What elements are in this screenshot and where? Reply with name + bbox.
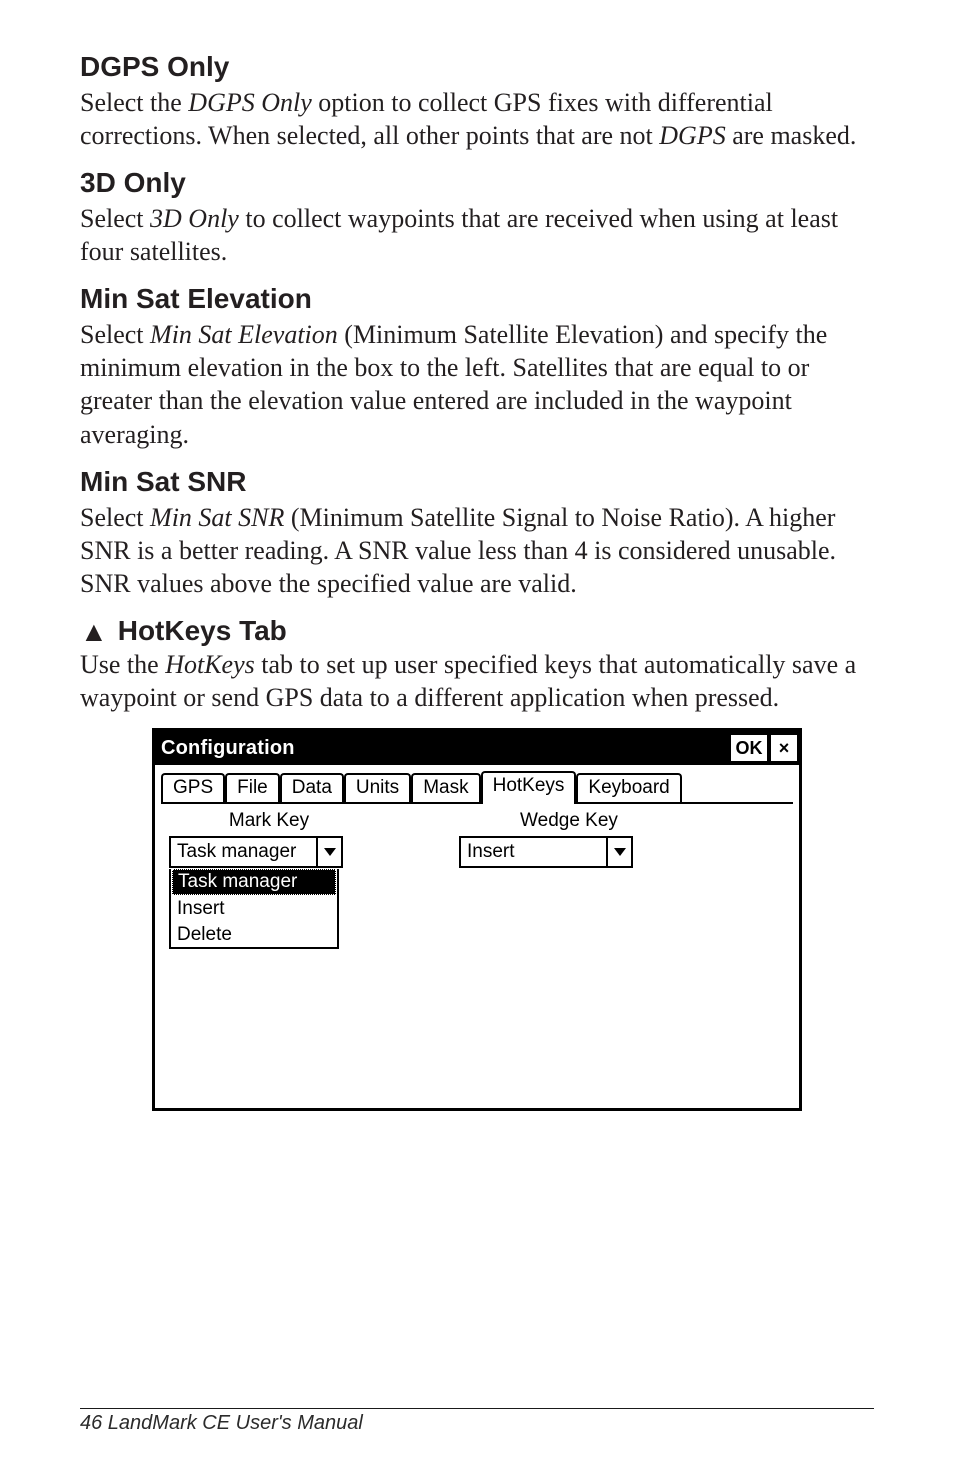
wedge-key-label: Wedge Key xyxy=(459,810,679,832)
section-min-sat-snr: Min Sat SNR Select Min Sat SNR (Minimum … xyxy=(80,465,874,600)
section-hotkeys-tab: ▲ HotKeys Tab Use the HotKeys tab to set… xyxy=(80,614,874,714)
body-dgps-only: Select the DGPS Only option to collect G… xyxy=(80,86,874,153)
text-italic: HotKeys xyxy=(165,650,255,679)
ok-button[interactable]: OK xyxy=(731,735,767,761)
wedge-key-combo[interactable]: Insert xyxy=(459,836,633,868)
close-button[interactable]: × xyxy=(771,735,797,761)
up-arrow-icon: ▲ xyxy=(80,619,108,647)
body-3d-only: Select 3D Only to collect waypoints that… xyxy=(80,202,874,269)
mark-key-option-task-manager[interactable]: Task manager xyxy=(172,869,336,895)
body-min-sat-elevation: Select Min Sat Elevation (Minimum Satell… xyxy=(80,318,874,451)
mark-key-dropdown-button[interactable] xyxy=(316,838,341,866)
section-min-sat-elevation: Min Sat Elevation Select Min Sat Elevati… xyxy=(80,282,874,451)
configuration-dialog: Configuration OK × GPS File Data Units M… xyxy=(152,728,802,1111)
hotkeys-panel: Mark Key Task manager Task manager Inser… xyxy=(155,804,799,1108)
body-hotkeys-tab: Use the HotKeys tab to set up user speci… xyxy=(80,648,874,715)
dialog-title: Configuration xyxy=(161,737,727,760)
tab-hotkeys[interactable]: HotKeys xyxy=(481,771,577,802)
tab-row: GPS File Data Units Mask HotKeys Keyboar… xyxy=(155,765,799,802)
dialog-titlebar: Configuration OK × xyxy=(155,731,799,765)
text: Select xyxy=(80,204,150,233)
heading-3d-only: 3D Only xyxy=(80,166,874,200)
tab-units[interactable]: Units xyxy=(344,773,411,804)
tab-underline xyxy=(161,802,793,804)
text-italic: 3D Only xyxy=(150,204,239,233)
heading-dgps-only: DGPS Only xyxy=(80,50,874,84)
section-dgps-only: DGPS Only Select the DGPS Only option to… xyxy=(80,50,874,152)
mark-key-option-insert[interactable]: Insert xyxy=(171,896,337,922)
text: Select xyxy=(80,503,150,532)
page-footer: 46 LandMark CE User's Manual xyxy=(80,1408,874,1435)
mark-key-label: Mark Key xyxy=(169,810,369,832)
text: Select the xyxy=(80,88,188,117)
text-italic: Min Sat SNR xyxy=(150,503,284,532)
mark-key-listbox[interactable]: Task manager Insert Delete xyxy=(169,869,339,949)
text: Use the xyxy=(80,650,165,679)
chevron-down-icon xyxy=(324,848,336,856)
text-italic: DGPS xyxy=(659,121,725,150)
text-italic: Min Sat Elevation xyxy=(150,320,338,349)
text-italic: DGPS Only xyxy=(188,88,311,117)
text: Select xyxy=(80,320,150,349)
mark-key-column: Mark Key Task manager Task manager Inser… xyxy=(169,810,369,949)
mark-key-selected: Task manager xyxy=(171,838,316,866)
tab-file[interactable]: File xyxy=(225,773,280,804)
configuration-screenshot: Configuration OK × GPS File Data Units M… xyxy=(152,728,802,1111)
body-min-sat-snr: Select Min Sat SNR (Minimum Satellite Si… xyxy=(80,501,874,601)
tab-mask[interactable]: Mask xyxy=(411,773,480,804)
heading-min-sat-elevation: Min Sat Elevation xyxy=(80,282,874,316)
text: are masked. xyxy=(726,121,857,150)
wedge-key-column: Wedge Key Insert xyxy=(459,810,679,949)
section-3d-only: 3D Only Select 3D Only to collect waypoi… xyxy=(80,166,874,268)
heading-min-sat-snr: Min Sat SNR xyxy=(80,465,874,499)
heading-hotkeys-tab: HotKeys Tab xyxy=(118,614,287,648)
wedge-key-selected: Insert xyxy=(461,838,606,866)
mark-key-combo[interactable]: Task manager xyxy=(169,836,343,868)
tab-gps[interactable]: GPS xyxy=(161,773,225,804)
mark-key-option-delete[interactable]: Delete xyxy=(171,922,337,948)
chevron-down-icon xyxy=(614,848,626,856)
tab-data[interactable]: Data xyxy=(280,773,344,804)
wedge-key-dropdown-button[interactable] xyxy=(606,838,631,866)
tab-keyboard[interactable]: Keyboard xyxy=(576,773,681,804)
